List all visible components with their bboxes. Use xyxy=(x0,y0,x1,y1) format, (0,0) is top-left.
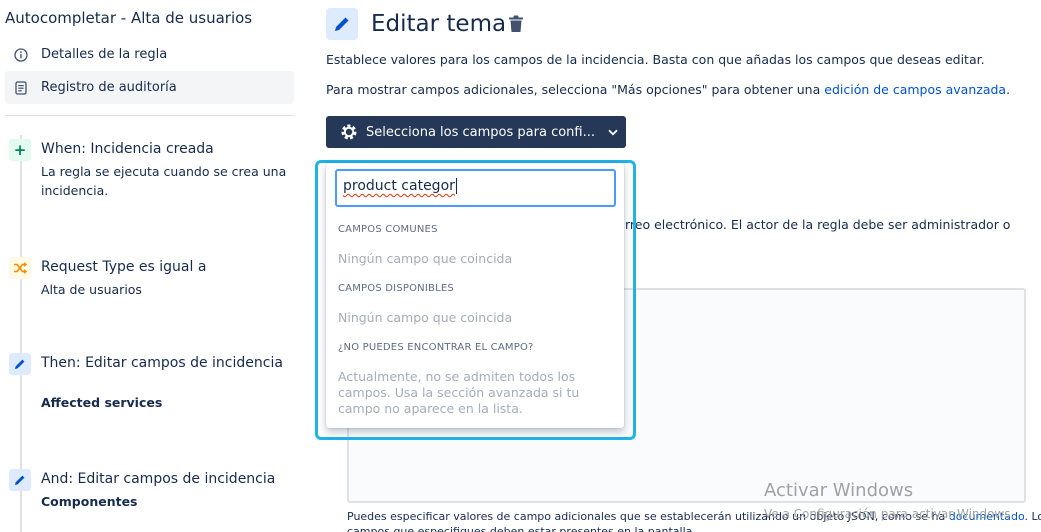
step-title: Then: Editar campos de incidencia xyxy=(41,355,283,371)
select-fields-button[interactable]: Selecciona los campos para confi... xyxy=(326,116,626,148)
sidebar-divider xyxy=(5,115,295,116)
nav-audit-log-label: Registro de auditoría xyxy=(41,80,177,95)
advanced-hint-suffix: . xyxy=(1006,82,1011,97)
nav-rule-details-label: Detalles de la regla xyxy=(41,47,168,62)
pencil-icon xyxy=(326,8,358,40)
pencil-icon xyxy=(9,469,31,491)
rule-title: Autocompletar - Alta de usuarios xyxy=(5,9,253,27)
description-text: Establece valores para los campos de la … xyxy=(326,52,985,67)
available-fields-empty: Ningún campo que coincida xyxy=(338,310,513,325)
step-description: La regla se ejecuta cuando se crea una i… xyxy=(41,164,287,198)
plus-icon: + xyxy=(9,139,31,161)
json-help-line2: campos que especifiques deben estar pres… xyxy=(347,525,696,532)
page-title: Editar tema xyxy=(371,11,507,37)
rule-step-edit-affected-services[interactable]: Then: Editar campos de incidencia Affect… xyxy=(9,351,299,416)
common-fields-empty: Ningún campo que coincida xyxy=(338,251,513,266)
advanced-field-editing-link[interactable]: edición de campos avanzada xyxy=(824,82,1006,97)
common-fields-heading: CAMPOS COMUNES xyxy=(338,224,438,235)
field-picker-dropdown: product categor CAMPOS COMUNES Ningún ca… xyxy=(326,163,624,428)
gear-icon xyxy=(340,123,358,141)
json-help-suffix: . Los xyxy=(1024,510,1041,523)
rule-step-condition[interactable]: Request Type es igual a Alta de usuarios xyxy=(9,255,299,305)
rule-step-trigger[interactable]: + When: Incidencia creada La regla se ej… xyxy=(9,137,299,207)
cant-find-field-help: Actualmente, no se admiten todos los cam… xyxy=(338,369,580,416)
search-value: product categor xyxy=(343,178,455,194)
nav-audit-log[interactable]: Registro de auditoría xyxy=(5,71,294,104)
trash-icon[interactable] xyxy=(506,14,526,34)
actor-permission-text: rreo electrónico. El actor de la regla d… xyxy=(625,217,1011,232)
windows-activation-title: Activar Windows xyxy=(764,480,914,501)
available-fields-heading: CAMPOS DISPONIBLES xyxy=(338,283,454,294)
step-description: Componentes xyxy=(41,494,138,509)
text-caret xyxy=(455,178,457,194)
rule-step-edit-components[interactable]: And: Editar campos de incidencia Compone… xyxy=(9,467,299,517)
step-description: Affected services xyxy=(41,395,163,410)
document-icon xyxy=(13,80,29,96)
rule-sidebar: Autocompletar - Alta de usuarios Detalle… xyxy=(0,0,305,532)
nav-rule-details[interactable]: Detalles de la regla xyxy=(5,38,294,71)
step-description: Alta de usuarios xyxy=(41,282,142,297)
advanced-hint-prefix: Para mostrar campos adicionales, selecci… xyxy=(326,82,825,97)
pencil-icon xyxy=(9,353,31,375)
select-fields-button-label: Selecciona los campos para confi... xyxy=(366,124,596,140)
field-search-input[interactable]: product categor xyxy=(335,169,616,207)
windows-activation-subtitle: Ve a Configuración para activar Windows. xyxy=(764,507,1015,521)
step-title: When: Incidencia creada xyxy=(41,141,214,157)
info-icon xyxy=(13,47,29,63)
branch-icon xyxy=(9,257,31,279)
chevron-down-icon xyxy=(607,126,619,138)
advanced-hint-text: Para mostrar campos adicionales, selecci… xyxy=(326,82,1010,97)
cant-find-field-heading: ¿NO PUEDES ENCONTRAR EL CAMPO? xyxy=(338,342,534,353)
step-title: And: Editar campos de incidencia xyxy=(41,471,276,487)
step-title: Request Type es igual a xyxy=(41,259,207,275)
